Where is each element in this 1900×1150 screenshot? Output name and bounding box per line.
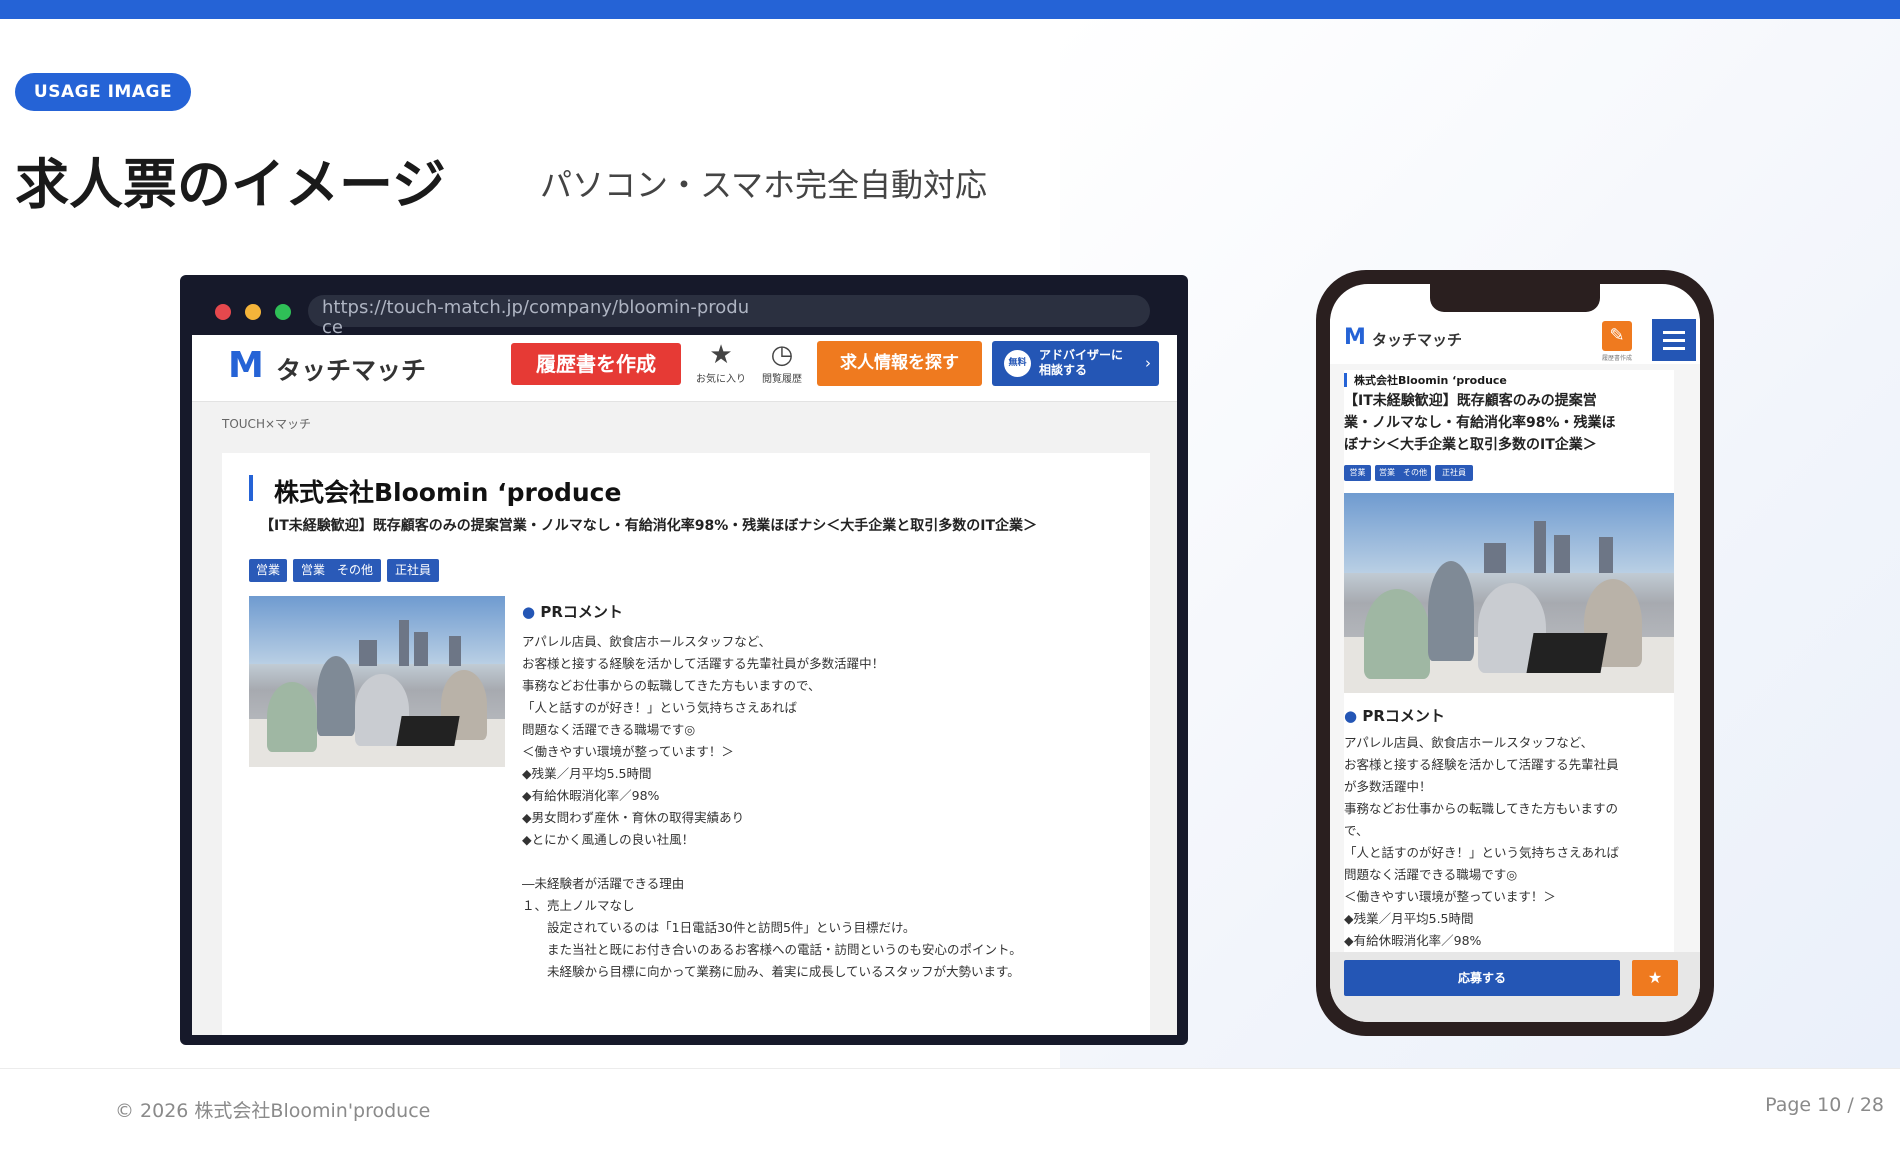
close-dot-icon[interactable] <box>215 304 231 320</box>
copyright-text: © 2026 株式会社Bloomin'produce <box>115 1100 431 1122</box>
breadcrumb[interactable]: TOUCH×マッチ <box>222 415 311 432</box>
url-text: https://touch-match.jp/company/bloomin-p… <box>322 297 750 338</box>
hamburger-menu-icon[interactable] <box>1652 319 1696 361</box>
edit-resume-icon[interactable]: ✎ <box>1602 321 1632 351</box>
phone-logo-text[interactable]: タッチマッチ <box>1372 329 1462 350</box>
phone-tag-sales[interactable]: 営業 <box>1344 465 1371 481</box>
chevron-right-icon: › <box>1145 354 1151 372</box>
browser-mockup: https://touch-match.jp/company/bloomin-p… <box>180 275 1188 1045</box>
phone-pr-heading: ● PRコメント <box>1344 707 1445 725</box>
page-number: Page 10 / 28 <box>1765 1094 1884 1116</box>
company-accent-bar <box>249 475 253 501</box>
free-badge: 無料 <box>1004 350 1031 377</box>
favorites-label: お気に入り <box>696 374 746 385</box>
star-icon: ★ <box>709 340 733 370</box>
pr-heading: ● PRコメント <box>522 603 623 621</box>
job-card: 株式会社Bloomin ‘produce 【IT未経験歓迎】既存顧客のみの提案営… <box>222 453 1150 1035</box>
phone-content: 株式会社Bloomin ‘produce 【IT未経験歓迎】既存顧客のみの提案営… <box>1330 364 1700 970</box>
phone-job-title: 【IT未経験歓迎】既存顧客のみの提案営 業・ノルマなし・有給消化率98%・残業ほ… <box>1344 393 1616 453</box>
advisor-label: アドバイザーに 相談する <box>1039 348 1124 377</box>
history-label: 閲覧履歴 <box>762 374 802 385</box>
job-title: 【IT未経験歓迎】既存顧客のみの提案営業・ノルマなし・有給消化率98%・残業ほぼ… <box>260 518 1038 534</box>
phone-tag-sales-other[interactable]: 営業 その他 <box>1375 465 1431 481</box>
slide-subtitle: パソコン・スマホ完全自動対応 <box>540 166 988 204</box>
tag-full-time[interactable]: 正社員 <box>387 559 439 582</box>
site-header: M タッチマッチ 履歴書を作成 ★ お気に入り ◷ 閲覧履歴 求人情報を探す 無… <box>192 335 1177 402</box>
phone-office-photo <box>1344 493 1674 693</box>
minimize-dot-icon[interactable] <box>245 304 261 320</box>
favorites-button[interactable]: ★ お気に入り <box>694 340 748 385</box>
logo-text[interactable]: タッチマッチ <box>276 351 426 387</box>
edit-resume-label: 履歴書作成 <box>1601 355 1632 362</box>
phone-company-name: 株式会社Bloomin ‘produce <box>1354 374 1507 387</box>
footer-divider <box>0 1068 1900 1069</box>
phone-job-card: 株式会社Bloomin ‘produce 【IT未経験歓迎】既存顧客のみの提案営… <box>1344 370 1674 970</box>
phone-logo-mark[interactable]: M <box>1344 325 1366 350</box>
favorite-star-button[interactable]: ★ <box>1632 960 1678 996</box>
top-accent-bar <box>0 0 1900 19</box>
create-resume-button[interactable]: 履歴書を作成 <box>511 343 681 385</box>
slide-title: 求人票のイメージ <box>15 153 446 216</box>
advisor-consult-button[interactable]: 無料 アドバイザーに 相談する › <box>992 341 1159 386</box>
phone-screen: M タッチマッチ ✎ 履歴書作成 株式会社Bloomin ‘produce 【I… <box>1330 284 1700 1022</box>
logo-mark[interactable]: M <box>228 345 264 386</box>
tag-sales[interactable]: 営業 <box>249 559 287 582</box>
company-name: 株式会社Bloomin ‘produce <box>274 478 622 507</box>
phone-sticky-footer: 応募する ★ <box>1330 952 1700 1022</box>
apply-button[interactable]: 応募する <box>1344 960 1620 996</box>
usage-image-badge: USAGE IMAGE <box>15 73 191 111</box>
search-jobs-button[interactable]: 求人情報を探す <box>817 341 982 386</box>
maximize-dot-icon[interactable] <box>275 304 291 320</box>
star-icon: ★ <box>1647 968 1663 987</box>
clock-icon: ◷ <box>770 340 794 370</box>
speech-bubble-icon: ● <box>522 603 536 621</box>
history-button[interactable]: ◷ 閲覧履歴 <box>755 340 809 385</box>
office-photo <box>249 596 505 767</box>
tag-sales-other[interactable]: 営業 その他 <box>293 559 381 582</box>
phone-speech-bubble-icon: ● <box>1344 707 1358 725</box>
phone-tag-full-time[interactable]: 正社員 <box>1435 465 1473 481</box>
browser-viewport: M タッチマッチ 履歴書を作成 ★ お気に入り ◷ 閲覧履歴 求人情報を探す 無… <box>192 335 1177 1035</box>
phone-site-header: M タッチマッチ ✎ 履歴書作成 <box>1330 319 1700 365</box>
phone-notch <box>1430 284 1600 312</box>
phone-mockup: M タッチマッチ ✎ 履歴書作成 株式会社Bloomin ‘produce 【I… <box>1316 270 1714 1036</box>
address-bar[interactable]: https://touch-match.jp/company/bloomin-p… <box>308 295 1150 338</box>
phone-company-accent-bar <box>1344 373 1347 387</box>
